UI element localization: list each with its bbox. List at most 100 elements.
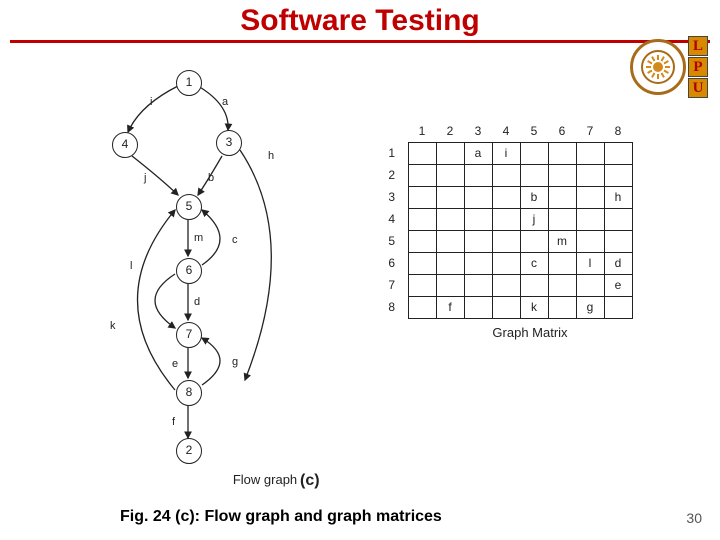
- matrix-row-header: 7: [380, 274, 408, 296]
- matrix-cell: [408, 142, 436, 164]
- matrix-row-header: 2: [380, 164, 408, 186]
- matrix-cell: [576, 186, 604, 208]
- matrix-cell: [408, 274, 436, 296]
- matrix-cell: [604, 230, 632, 252]
- matrix-cell: [548, 274, 576, 296]
- matrix-cell: [520, 230, 548, 252]
- lpu-letter: L: [688, 36, 708, 56]
- matrix-cell: g: [576, 296, 604, 318]
- matrix-cell: [520, 142, 548, 164]
- matrix-cell: [548, 164, 576, 186]
- matrix-row-header: 1: [380, 142, 408, 164]
- graph-node: 8: [176, 380, 202, 406]
- matrix-cell: [492, 274, 520, 296]
- page-number: 30: [686, 510, 702, 526]
- matrix-col-header: 7: [576, 120, 604, 142]
- slide: Software Testing L P U: [0, 0, 720, 540]
- matrix-cell: [548, 296, 576, 318]
- edge-label: k: [110, 320, 116, 332]
- matrix-cell: a: [464, 142, 492, 164]
- matrix-cell: b: [520, 186, 548, 208]
- matrix-cell: [604, 208, 632, 230]
- matrix-cell: [436, 142, 464, 164]
- matrix-cell: k: [520, 296, 548, 318]
- matrix-cell: h: [604, 186, 632, 208]
- matrix-col-header: 2: [436, 120, 464, 142]
- flow-graph-edges: [80, 60, 330, 480]
- matrix-cell: i: [492, 142, 520, 164]
- edge-label: c: [232, 234, 238, 246]
- edge-label: g: [232, 356, 238, 368]
- graph-matrix: 1 2 3 4 5 6 7 8 1ai23bh4j5m6cld7e8fkg Gr…: [380, 120, 680, 340]
- edge-label: j: [144, 172, 146, 184]
- edge-label: m: [194, 232, 203, 244]
- graph-node: 3: [216, 130, 242, 156]
- matrix-col-header: 8: [604, 120, 632, 142]
- matrix-cell: [436, 164, 464, 186]
- matrix-table: 1 2 3 4 5 6 7 8 1ai23bh4j5m6cld7e8fkg: [380, 120, 633, 319]
- content-area: 1 3 4 5 6 7 8 2 a i b h j m c d l e g k …: [0, 60, 720, 540]
- edge-label: h: [268, 150, 274, 162]
- matrix-cell: [464, 186, 492, 208]
- matrix-cell: [464, 252, 492, 274]
- matrix-cell: [464, 296, 492, 318]
- graph-node: 2: [176, 438, 202, 464]
- graph-node: 5: [176, 194, 202, 220]
- matrix-cell: [492, 186, 520, 208]
- title-rule: [10, 40, 710, 43]
- matrix-cell: [492, 164, 520, 186]
- graph-node: 4: [112, 132, 138, 158]
- figure-caption: Fig. 24 (c): Flow graph and graph matric…: [120, 508, 442, 526]
- matrix-cell: [576, 208, 604, 230]
- matrix-cell: f: [436, 296, 464, 318]
- matrix-col-header: 5: [520, 120, 548, 142]
- matrix-cell: [408, 164, 436, 186]
- matrix-cell: [408, 252, 436, 274]
- matrix-cell: [548, 252, 576, 274]
- graph-node: 7: [176, 322, 202, 348]
- matrix-cell: [604, 164, 632, 186]
- flow-graph: 1 3 4 5 6 7 8 2 a i b h j m c d l e g k …: [80, 60, 330, 480]
- subfigure-label: (c): [300, 472, 320, 490]
- matrix-cell: [436, 230, 464, 252]
- matrix-cell: [576, 164, 604, 186]
- matrix-cell: m: [548, 230, 576, 252]
- matrix-cell: l: [576, 252, 604, 274]
- matrix-cell: [576, 230, 604, 252]
- matrix-cell: [464, 164, 492, 186]
- matrix-caption: Graph Matrix: [380, 325, 680, 340]
- edge-label: e: [172, 358, 178, 370]
- matrix-cell: [492, 230, 520, 252]
- edge-label: a: [222, 96, 228, 108]
- matrix-row-header: 3: [380, 186, 408, 208]
- edge-label: d: [194, 296, 200, 308]
- matrix-cell: [436, 208, 464, 230]
- graph-node: 6: [176, 258, 202, 284]
- matrix-cell: [464, 230, 492, 252]
- matrix-cell: [408, 296, 436, 318]
- matrix-cell: [492, 252, 520, 274]
- matrix-row-header: 4: [380, 208, 408, 230]
- matrix-cell: [548, 186, 576, 208]
- matrix-cell: [492, 296, 520, 318]
- matrix-cell: [464, 274, 492, 296]
- matrix-cell: [548, 142, 576, 164]
- matrix-col-header: 6: [548, 120, 576, 142]
- matrix-col-header: 3: [464, 120, 492, 142]
- matrix-cell: [520, 164, 548, 186]
- matrix-row-header: 8: [380, 296, 408, 318]
- matrix-cell: [492, 208, 520, 230]
- edge-label: b: [208, 172, 214, 184]
- matrix-cell: [548, 208, 576, 230]
- matrix-cell: [604, 296, 632, 318]
- edge-label: i: [150, 96, 152, 108]
- matrix-cell: [464, 208, 492, 230]
- matrix-cell: [520, 274, 548, 296]
- matrix-cell: [576, 274, 604, 296]
- matrix-cell: [436, 274, 464, 296]
- edge-label: f: [172, 416, 175, 428]
- matrix-cell: [408, 186, 436, 208]
- matrix-col-header: 1: [408, 120, 436, 142]
- matrix-row-header: 6: [380, 252, 408, 274]
- matrix-col-header: 4: [492, 120, 520, 142]
